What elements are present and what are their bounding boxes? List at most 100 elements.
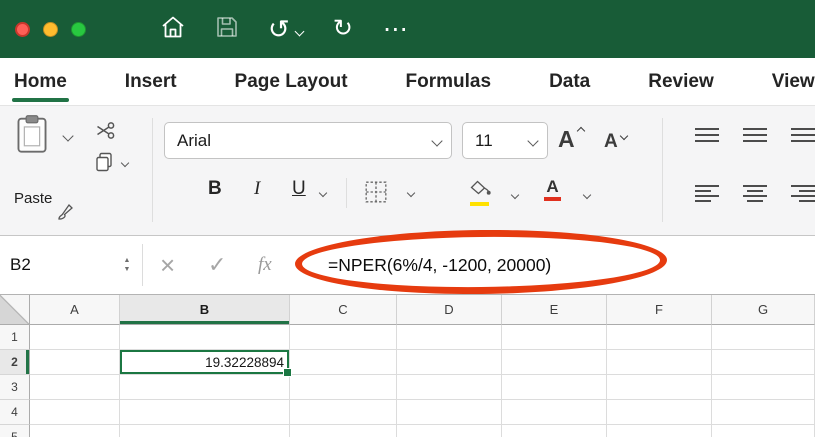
cell[interactable] bbox=[712, 375, 815, 400]
copy-icon[interactable] bbox=[94, 152, 114, 177]
cell[interactable] bbox=[30, 425, 120, 437]
cell[interactable] bbox=[607, 400, 712, 425]
cell[interactable] bbox=[607, 375, 712, 400]
cell[interactable] bbox=[120, 325, 290, 350]
underline-button[interactable]: U bbox=[292, 178, 306, 200]
home-icon[interactable] bbox=[160, 15, 186, 44]
cell[interactable] bbox=[502, 425, 607, 437]
enter-icon[interactable]: ✓ bbox=[208, 236, 226, 294]
cancel-icon[interactable]: × bbox=[160, 236, 175, 294]
cell[interactable] bbox=[502, 400, 607, 425]
cell[interactable] bbox=[607, 350, 712, 375]
cell[interactable] bbox=[712, 325, 815, 350]
tab-view[interactable]: View bbox=[772, 58, 815, 105]
cell[interactable] bbox=[397, 350, 502, 375]
column-header-d[interactable]: D bbox=[397, 295, 502, 325]
font-size-select[interactable]: 11 bbox=[462, 122, 548, 159]
cell[interactable] bbox=[502, 325, 607, 350]
tab-data[interactable]: Data bbox=[549, 58, 590, 105]
cell[interactable] bbox=[397, 375, 502, 400]
cell[interactable] bbox=[290, 325, 397, 350]
paste-menu-chevron-icon[interactable] bbox=[62, 130, 73, 141]
align-center-icon[interactable] bbox=[742, 184, 768, 209]
minimize-button[interactable] bbox=[43, 22, 58, 37]
font-color-chevron-icon[interactable] bbox=[583, 191, 591, 199]
name-box[interactable]: B2 bbox=[0, 236, 126, 294]
borders-chevron-icon[interactable] bbox=[407, 189, 415, 197]
cell[interactable] bbox=[290, 375, 397, 400]
row-header-5[interactable]: 5 bbox=[0, 425, 30, 437]
cell[interactable] bbox=[397, 400, 502, 425]
column-header-g[interactable]: G bbox=[712, 295, 815, 325]
underline-chevron-icon[interactable] bbox=[319, 189, 327, 197]
cell[interactable] bbox=[502, 350, 607, 375]
cut-icon[interactable] bbox=[96, 121, 121, 141]
zoom-button[interactable] bbox=[71, 22, 86, 37]
tab-formulas[interactable]: Formulas bbox=[406, 58, 492, 105]
tab-insert[interactable]: Insert bbox=[125, 58, 177, 105]
cell[interactable] bbox=[712, 400, 815, 425]
column-header-c[interactable]: C bbox=[290, 295, 397, 325]
tab-review[interactable]: Review bbox=[648, 58, 713, 105]
undo-icon[interactable]: ↺ bbox=[268, 16, 290, 42]
cell[interactable] bbox=[607, 425, 712, 437]
name-box-spinner[interactable]: ▲ ▼ bbox=[116, 236, 138, 294]
font-name-select[interactable]: Arial bbox=[164, 122, 452, 159]
italic-button[interactable]: I bbox=[254, 178, 260, 200]
cell[interactable] bbox=[712, 425, 815, 437]
paste-button[interactable] bbox=[16, 114, 48, 159]
bold-button[interactable]: B bbox=[208, 178, 222, 200]
undo-menu-chevron-icon[interactable] bbox=[294, 27, 304, 37]
copy-menu-chevron-icon[interactable] bbox=[121, 159, 129, 167]
column-header-e[interactable]: E bbox=[502, 295, 607, 325]
tab-home[interactable]: Home bbox=[14, 58, 67, 105]
cell[interactable] bbox=[397, 325, 502, 350]
align-middle-icon[interactable] bbox=[742, 126, 768, 151]
align-right-icon[interactable] bbox=[790, 184, 815, 209]
fill-handle[interactable] bbox=[283, 368, 292, 377]
cell-B2[interactable]: 19.32228894 bbox=[120, 350, 290, 375]
cell[interactable] bbox=[290, 350, 397, 375]
row-header-3[interactable]: 3 bbox=[0, 375, 30, 400]
fill-color-button[interactable] bbox=[470, 180, 492, 206]
column-header-f[interactable]: F bbox=[607, 295, 712, 325]
redo-icon[interactable]: ↻ bbox=[333, 17, 353, 41]
format-painter-icon[interactable] bbox=[56, 202, 76, 227]
cell[interactable] bbox=[120, 425, 290, 437]
row-header-2[interactable]: 2 bbox=[0, 350, 30, 375]
increase-font-size-button[interactable]: A bbox=[558, 126, 575, 153]
cell[interactable] bbox=[120, 400, 290, 425]
spinner-up-icon[interactable]: ▲ bbox=[124, 258, 131, 264]
more-icon[interactable]: ⋯ bbox=[383, 17, 409, 42]
cell[interactable] bbox=[30, 375, 120, 400]
row-header-1[interactable]: 1 bbox=[0, 325, 30, 350]
cell[interactable] bbox=[712, 350, 815, 375]
cell[interactable] bbox=[30, 350, 120, 375]
column-header-b[interactable]: B bbox=[120, 295, 290, 325]
cell[interactable] bbox=[30, 400, 120, 425]
cell[interactable] bbox=[607, 325, 712, 350]
cell[interactable] bbox=[120, 375, 290, 400]
align-top-icon[interactable] bbox=[694, 126, 720, 151]
align-bottom-icon[interactable] bbox=[790, 126, 815, 151]
close-button[interactable] bbox=[15, 22, 30, 37]
tab-page-layout[interactable]: Page Layout bbox=[235, 58, 348, 105]
cell[interactable] bbox=[290, 400, 397, 425]
spinner-down-icon[interactable]: ▼ bbox=[124, 267, 131, 273]
cell[interactable] bbox=[30, 325, 120, 350]
insert-function-icon[interactable]: fx bbox=[258, 236, 272, 294]
undo-button[interactable]: ↺ bbox=[268, 16, 303, 42]
row-header-4[interactable]: 4 bbox=[0, 400, 30, 425]
cell[interactable] bbox=[397, 425, 502, 437]
decrease-font-size-button[interactable]: A bbox=[604, 131, 618, 153]
column-header-a[interactable]: A bbox=[30, 295, 120, 325]
select-all-corner[interactable] bbox=[0, 295, 30, 325]
align-left-icon[interactable] bbox=[694, 184, 720, 209]
font-color-button[interactable]: A bbox=[544, 178, 561, 201]
cell[interactable] bbox=[290, 425, 397, 437]
cell[interactable] bbox=[502, 375, 607, 400]
save-icon[interactable] bbox=[216, 16, 238, 43]
borders-icon[interactable] bbox=[364, 180, 388, 209]
fill-color-chevron-icon[interactable] bbox=[511, 191, 519, 199]
formula-input[interactable]: =NPER(6%/4, -1200, 20000) bbox=[328, 236, 551, 294]
